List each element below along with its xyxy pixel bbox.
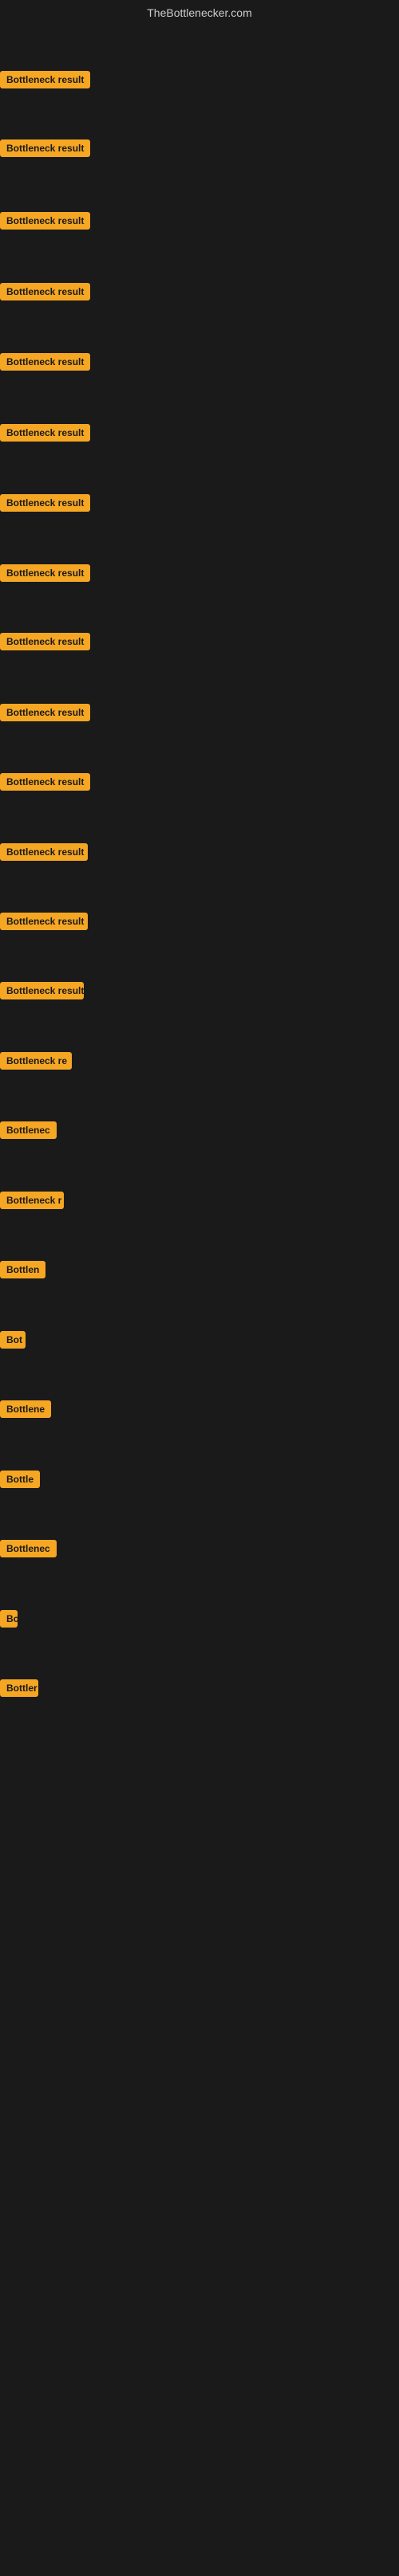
bottleneck-badge-7: Bottleneck result bbox=[0, 494, 90, 512]
bottleneck-badge-8: Bottleneck result bbox=[0, 564, 90, 582]
bottleneck-item-10[interactable]: Bottleneck result bbox=[0, 704, 90, 725]
bottleneck-item-16[interactable]: Bottlenec bbox=[0, 1121, 57, 1143]
bottleneck-badge-20: Bottlene bbox=[0, 1400, 51, 1418]
bottleneck-item-8[interactable]: Bottleneck result bbox=[0, 564, 90, 586]
bottleneck-badge-22: Bottlenec bbox=[0, 1540, 57, 1557]
site-title: TheBottlenecker.com bbox=[0, 0, 399, 26]
bottleneck-item-1[interactable]: Bottleneck result bbox=[0, 71, 90, 92]
bottleneck-badge-15: Bottleneck re bbox=[0, 1052, 72, 1070]
bottleneck-badge-19: Bot bbox=[0, 1331, 26, 1349]
bottleneck-item-14[interactable]: Bottleneck result bbox=[0, 982, 84, 1003]
bottleneck-item-15[interactable]: Bottleneck re bbox=[0, 1052, 72, 1074]
bottleneck-badge-2: Bottleneck result bbox=[0, 139, 90, 157]
bottleneck-badge-23: Bo bbox=[0, 1610, 18, 1628]
bottleneck-item-18[interactable]: Bottlen bbox=[0, 1261, 45, 1282]
bottleneck-item-21[interactable]: Bottle bbox=[0, 1471, 40, 1492]
bottleneck-badge-14: Bottleneck result bbox=[0, 982, 84, 999]
bottleneck-item-19[interactable]: Bot bbox=[0, 1331, 26, 1353]
bottleneck-item-20[interactable]: Bottlene bbox=[0, 1400, 51, 1422]
bottleneck-badge-24: Bottler bbox=[0, 1679, 38, 1697]
bottleneck-badge-13: Bottleneck result bbox=[0, 913, 88, 930]
bottleneck-item-23[interactable]: Bo bbox=[0, 1610, 18, 1632]
bottleneck-item-2[interactable]: Bottleneck result bbox=[0, 139, 90, 161]
bottleneck-item-5[interactable]: Bottleneck result bbox=[0, 353, 90, 375]
bottleneck-badge-4: Bottleneck result bbox=[0, 283, 90, 300]
bottleneck-item-7[interactable]: Bottleneck result bbox=[0, 494, 90, 516]
bottleneck-badge-6: Bottleneck result bbox=[0, 424, 90, 442]
bottleneck-item-13[interactable]: Bottleneck result bbox=[0, 913, 88, 934]
bottleneck-item-11[interactable]: Bottleneck result bbox=[0, 773, 90, 795]
bottleneck-item-24[interactable]: Bottler bbox=[0, 1679, 38, 1701]
bottleneck-badge-12: Bottleneck result bbox=[0, 843, 88, 861]
bottleneck-badge-11: Bottleneck result bbox=[0, 773, 90, 791]
bottleneck-item-22[interactable]: Bottlenec bbox=[0, 1540, 57, 1561]
bottleneck-item-6[interactable]: Bottleneck result bbox=[0, 424, 90, 446]
bottleneck-badge-18: Bottlen bbox=[0, 1261, 45, 1278]
bottleneck-badge-10: Bottleneck result bbox=[0, 704, 90, 721]
bottleneck-item-3[interactable]: Bottleneck result bbox=[0, 212, 90, 234]
bottleneck-badge-16: Bottlenec bbox=[0, 1121, 57, 1139]
bottleneck-badge-9: Bottleneck result bbox=[0, 633, 90, 650]
bottleneck-item-9[interactable]: Bottleneck result bbox=[0, 633, 90, 654]
bottleneck-item-12[interactable]: Bottleneck result bbox=[0, 843, 88, 865]
bottleneck-badge-17: Bottleneck r bbox=[0, 1192, 64, 1209]
bottleneck-badge-1: Bottleneck result bbox=[0, 71, 90, 88]
bottleneck-item-4[interactable]: Bottleneck result bbox=[0, 283, 90, 304]
bottleneck-badge-3: Bottleneck result bbox=[0, 212, 90, 230]
bottleneck-badge-5: Bottleneck result bbox=[0, 353, 90, 371]
bottleneck-badge-21: Bottle bbox=[0, 1471, 40, 1488]
bottleneck-item-17[interactable]: Bottleneck r bbox=[0, 1192, 64, 1213]
